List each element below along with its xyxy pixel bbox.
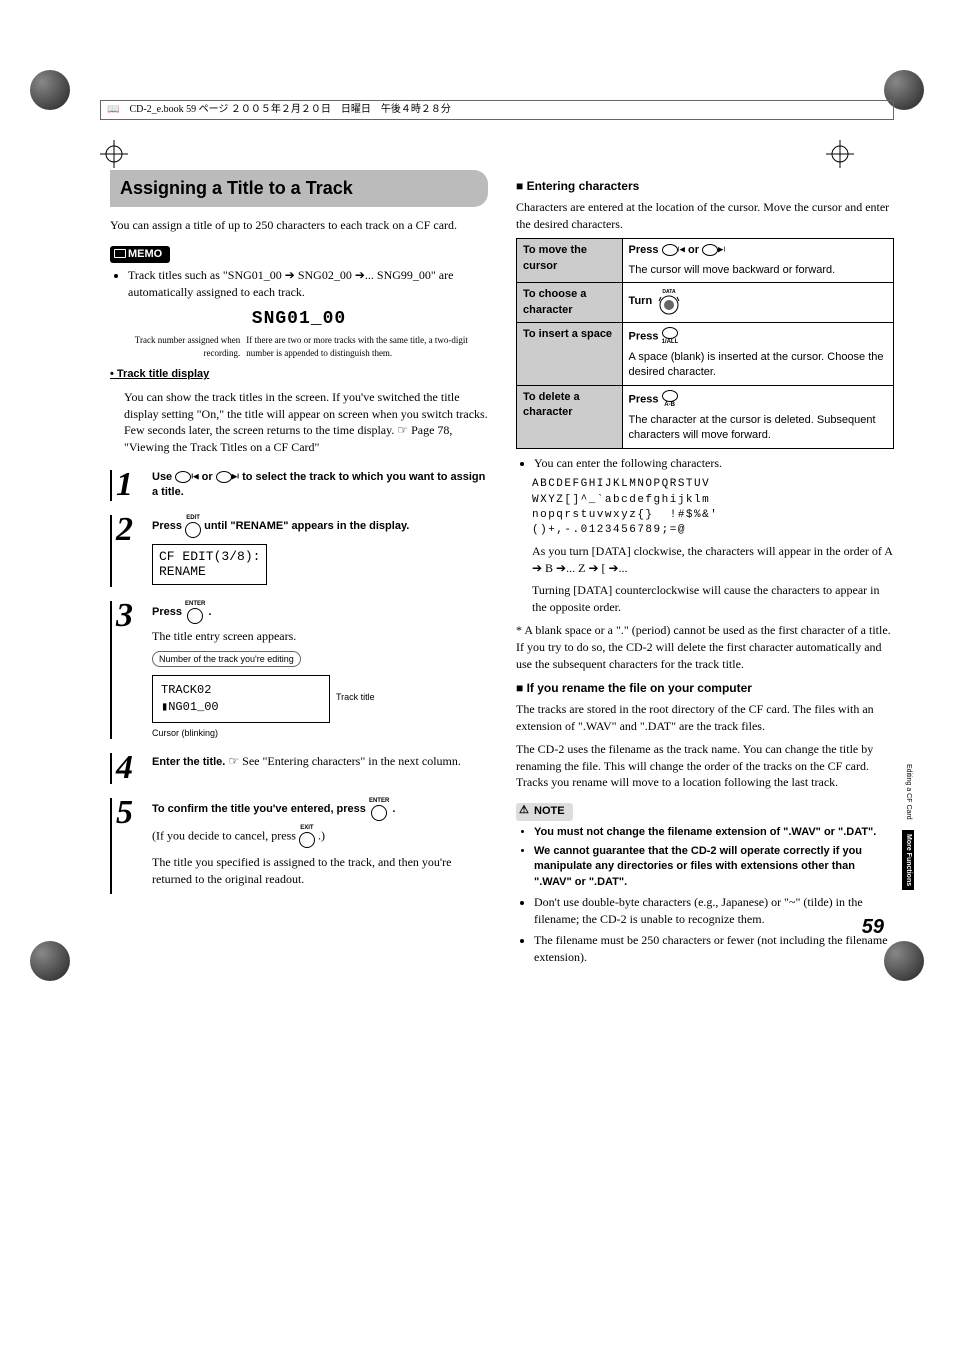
step5-cancel-pre: (If you decide to cancel, press [152, 828, 299, 842]
side-tab-more-functions: More Functions [902, 830, 914, 890]
edit-button-icon: EDIT [185, 515, 201, 538]
print-header-text: CD-2_e.book 59 ページ ２００５年２月２０日 日曜日 午後４時２８… [129, 103, 450, 117]
book-icon: 📖 [107, 103, 119, 117]
step-number-1: 1 [110, 470, 144, 501]
row4-label: To delete a character [517, 385, 623, 448]
row2-pre: Turn [629, 295, 656, 307]
row1-desc: The cursor will move backward or forward… [629, 263, 887, 278]
charset-intro: You can enter the following characters. [534, 455, 894, 472]
step3-pre: Press [152, 606, 185, 618]
charset-note1: As you turn [DATA] clockwise, the charac… [532, 543, 894, 577]
rename-heading: If you rename the file on your computer [516, 680, 894, 697]
step-number-4: 4 [110, 753, 144, 784]
row1-pre: Press [629, 244, 662, 256]
char-action-table: To move the cursor Press I◀ or ▶I The cu… [516, 238, 894, 448]
row4-pre: Press [629, 393, 662, 405]
note-item-1: You must not change the filename extensi… [534, 825, 894, 840]
step3-post: . [208, 606, 211, 618]
charset-display: ABCDEFGHIJKLMNOPQRSTUV WXYZ[]^_`abcdefgh… [532, 477, 894, 539]
svg-text:DATA: DATA [663, 289, 677, 295]
corner-sphere-br-icon [884, 941, 924, 981]
step2-lcd-line2: RENAME [159, 564, 260, 580]
enter-button-icon: ENTER [185, 601, 205, 624]
section-title: Assigning a Title to a Track [110, 170, 488, 207]
charset-note2: Turning [DATA] counterclockwise will cau… [532, 582, 894, 616]
step1-pre: Use [152, 471, 175, 483]
step2-lcd: CF EDIT(3/8): RENAME [152, 544, 267, 585]
step4-pre: Enter the title. [152, 756, 228, 768]
row2-label: To choose a character [517, 283, 623, 323]
a-b-button-icon: A-B [662, 390, 678, 409]
step3-lcd: TRACK02 ▮NG01_00 [152, 675, 330, 723]
step5-pre: To confirm the title you've entered, pre… [152, 803, 369, 815]
note-item-2: We cannot guarantee that the CD-2 will o… [534, 844, 894, 890]
step2-post: until "RENAME" appears in the display. [204, 520, 409, 532]
page-number: 59 [862, 913, 884, 941]
intro-text: You can assign a title of up to 250 char… [110, 217, 488, 234]
bullet: • [110, 368, 114, 380]
track-title-body: You can show the track titles in the scr… [124, 389, 488, 456]
exit-button-icon: EXIT [299, 825, 315, 848]
entering-chars-heading: Entering characters [516, 178, 894, 195]
row3-desc: A space (blank) is inserted at the curso… [629, 350, 887, 381]
registration-mark-tl-icon [100, 140, 128, 168]
step3-lcd-line1: TRACK02 [161, 682, 321, 699]
next-button-icon: ▶I [216, 471, 239, 483]
rename-p1: The tracks are stored in the root direct… [516, 701, 894, 735]
row3-label: To insert a space [517, 322, 623, 385]
caption-right: If there are two or more tracks with the… [246, 334, 488, 359]
step3-lcd-line2: ▮NG01_00 [161, 699, 321, 716]
row1-mid: or [688, 244, 702, 256]
rename-p2: The CD-2 uses the filename as the track … [516, 741, 894, 791]
note-list: You must not change the filename extensi… [516, 825, 894, 966]
step5-post: . [392, 803, 395, 815]
caption-left: Track number assigned when recording. [110, 334, 240, 359]
track-title-display-heading: Track title display [117, 368, 209, 380]
memo-label: MEMO [110, 246, 170, 263]
step2-lcd-line1: CF EDIT(3/8): [159, 549, 260, 565]
header-sphere-icon [30, 70, 70, 110]
row3-pre: Press [629, 330, 662, 342]
step-number-2: 2 [110, 515, 144, 587]
prev-button-icon: I◀ [175, 471, 198, 483]
step4-ref: ☞ See "Entering characters" in the next … [228, 754, 460, 768]
prev-button-icon-2: I◀ [662, 244, 685, 256]
step5-final: The title you specified is assigned to t… [152, 854, 488, 888]
note-item-3: Don't use double-byte characters (e.g., … [534, 894, 894, 928]
note-label: NOTE [516, 803, 573, 820]
row1-label: To move the cursor [517, 239, 623, 283]
entering-chars-intro: Characters are entered at the location o… [516, 199, 894, 233]
step3-plain: The title entry screen appears. [152, 628, 488, 645]
print-header: 📖 CD-2_e.book 59 ページ ２００５年２月２０日 日曜日 午後４時… [100, 100, 894, 120]
one-all-button-icon: 1/ALL [662, 327, 679, 346]
step-number-3: 3 [110, 601, 144, 740]
data-knob-icon: DATA [655, 287, 683, 315]
side-tab-editing: Editing a CF Card [902, 760, 914, 824]
note-item-4: The filename must be 250 characters or f… [534, 932, 894, 966]
corner-sphere-bl-icon [30, 941, 70, 981]
lcd-title-example: SNG01_00 [110, 307, 488, 332]
enter-button-icon-2: ENTER [369, 798, 389, 821]
row4-desc: The character at the cursor is deleted. … [629, 413, 887, 444]
step-number-5: 5 [110, 798, 144, 894]
next-button-icon-2: ▶I [702, 244, 725, 256]
step3-diagram-caption: Number of the track you're editing [152, 651, 301, 668]
memo-list: Track titles such as "SNG01_00 ➔ SNG02_0… [110, 267, 488, 301]
step3-bottom-label: Cursor (blinking) [152, 727, 488, 740]
step2-pre: Press [152, 520, 185, 532]
charset-star-note: * A blank space or a "." (period) cannot… [516, 622, 894, 672]
registration-mark-tr-icon [826, 140, 854, 168]
step3-right-label: Track title [336, 691, 375, 704]
step5-cancel-post: .) [318, 828, 325, 842]
side-tabs: Editing a CF Card More Functions [902, 760, 914, 896]
step1-mid: or [202, 471, 216, 483]
memo-item: Track titles such as "SNG01_00 ➔ SNG02_0… [128, 267, 488, 301]
